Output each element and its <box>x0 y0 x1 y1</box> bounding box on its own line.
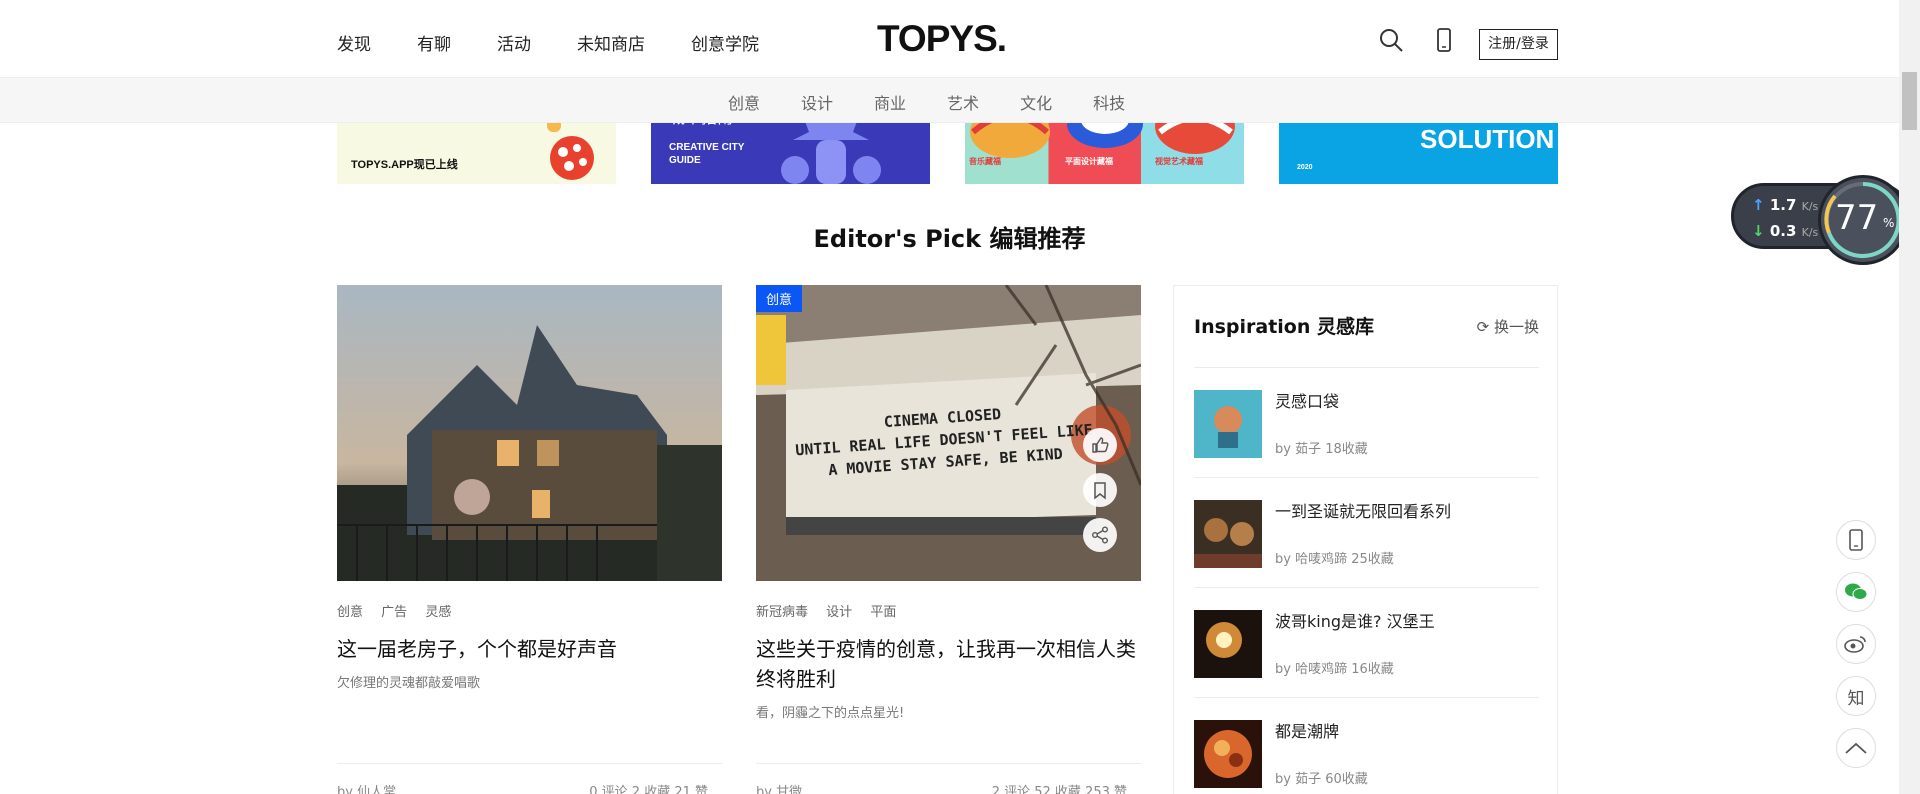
download-speed: ↓ 0.3 K/s <box>1752 222 1819 240</box>
banner-solution-year: 2020 <box>1297 164 1313 171</box>
memory-dial[interactable]: 77 % <box>1818 175 1908 265</box>
inspiration-thumbnail[interactable] <box>1194 500 1262 568</box>
refresh-icon: ⟳ <box>1476 318 1490 336</box>
category-badge[interactable]: 创意 <box>756 285 803 312</box>
divider <box>337 763 722 764</box>
banner-award-graphic: 平面设计藏福 <box>1065 157 1113 166</box>
main-nav: 发现 有聊 活动 未知商店 创意学院 <box>337 30 805 55</box>
article-image[interactable]: CINEMA CLOSED UNTIL REAL LIFE DOESN'T FE… <box>756 285 1141 581</box>
panel-title: Inspiration 灵感库 <box>1194 316 1374 338</box>
refresh-label: 换一换 <box>1493 318 1539 336</box>
article-description: 欠修理的灵魂都敲爱唱歌 <box>337 676 481 691</box>
tag[interactable]: 平面 <box>870 605 896 620</box>
memory-percent-sign: % <box>1883 216 1895 230</box>
zhihu-icon[interactable]: 知 <box>1836 676 1876 716</box>
inspiration-title[interactable]: 一到圣诞就无限回看系列 <box>1275 500 1465 524</box>
banner-app-text: TOPYS.APP现已上线 <box>351 159 458 171</box>
article-tags: 新冠病毒 设计 平面 <box>756 601 1141 620</box>
article-image[interactable] <box>337 285 722 581</box>
memory-percent: 77 <box>1835 198 1879 238</box>
category-business[interactable]: 商业 <box>874 90 906 114</box>
mobile-icon[interactable] <box>1430 26 1458 54</box>
scrollbar-thumb[interactable] <box>1902 72 1917 130</box>
tag[interactable]: 设计 <box>826 605 852 620</box>
inspiration-byline: by 哈唛鸡蹄 16收藏 <box>1275 662 1394 677</box>
article-author[interactable]: by 仙人掌 <box>337 785 396 794</box>
inspiration-item[interactable]: 灵感口袋 by 茹子 18收藏 <box>1194 367 1539 477</box>
tag[interactable]: 灵感 <box>425 605 451 620</box>
category-bar: 创意 设计 商业 艺术 文化 科技 <box>0 78 1899 123</box>
download-arrow-icon: ↓ <box>1752 222 1765 240</box>
article-stats: 0 评论 2 收藏 21 赞 <box>589 785 708 794</box>
section-title: Editor's Pick 编辑推荐 <box>813 225 1086 253</box>
category-creative[interactable]: 创意 <box>728 90 760 114</box>
inspiration-thumbnail[interactable] <box>1194 390 1262 458</box>
site-logo[interactable]: TOPYS. <box>877 18 1007 60</box>
upload-speed: ↑ 1.7 K/s <box>1752 196 1819 214</box>
inspiration-title[interactable]: 都是潮牌 <box>1275 720 1465 744</box>
tag[interactable]: 广告 <box>381 605 407 620</box>
article-title[interactable]: 这一届老房子，个个都是好声音 <box>337 634 722 664</box>
bookmark-icon[interactable] <box>1083 473 1117 507</box>
inspiration-thumbnail[interactable] <box>1194 610 1262 678</box>
article-card[interactable]: 创意 广告 灵感 这一届老房子，个个都是好声音 欠修理的灵魂都敲爱唱歌 by 仙… <box>337 285 722 794</box>
top-header: 发现 有聊 活动 未知商店 创意学院 TOPYS. 注册/登录 <box>0 0 1899 78</box>
refresh-button[interactable]: ⟳ 换一换 <box>1477 316 1539 337</box>
inspiration-item[interactable]: 波哥king是谁? 汉堡王 by 哈唛鸡蹄 16收藏 <box>1194 587 1539 697</box>
tag[interactable]: 创意 <box>337 605 363 620</box>
category-tech[interactable]: 科技 <box>1093 90 1125 114</box>
inspiration-byline: by 茹子 18收藏 <box>1275 442 1368 457</box>
inspiration-byline: by 哈唛鸡蹄 25收藏 <box>1275 552 1394 567</box>
inspiration-byline: by 茹子 60收藏 <box>1275 772 1368 787</box>
inspiration-title[interactable]: 波哥king是谁? 汉堡王 <box>1275 610 1465 634</box>
search-icon[interactable] <box>1377 26 1405 54</box>
category-design[interactable]: 设计 <box>801 90 833 114</box>
banner-award-music: 音乐藏福 <box>969 157 1001 166</box>
banner-city-guide-text1: CREATIVE CITY <box>669 142 745 153</box>
article-title[interactable]: 这些关于疫情的创意，让我再一次相信人类终将胜利 <box>756 634 1141 694</box>
category-culture[interactable]: 文化 <box>1020 90 1052 114</box>
article-description: 看，阴霾之下的点点星光! <box>756 706 905 721</box>
like-icon[interactable] <box>1083 428 1117 462</box>
banner-city-guide-text2: GUIDE <box>669 155 701 166</box>
nav-item-events[interactable]: 活动 <box>497 30 531 55</box>
inspiration-item[interactable]: 一到圣诞就无限回看系列 by 哈唛鸡蹄 25收藏 <box>1194 477 1539 587</box>
inspiration-title[interactable]: 灵感口袋 <box>1275 390 1465 414</box>
login-button[interactable]: 注册/登录 <box>1479 29 1558 60</box>
category-art[interactable]: 艺术 <box>947 90 979 114</box>
nav-item-discover[interactable]: 发现 <box>337 30 371 55</box>
inspiration-panel: Inspiration 灵感库 ⟳ 换一换 灵感口袋 by 茹子 18收藏 一到… <box>1173 285 1558 794</box>
banner-solution-text: SOLUTION <box>1420 124 1555 154</box>
mobile-icon[interactable] <box>1836 520 1876 560</box>
share-icon[interactable] <box>1083 518 1117 552</box>
page: 发现 有聊 活动 未知商店 创意学院 TOPYS. 注册/登录 创意 设计 商业… <box>0 0 1920 794</box>
article-tags: 创意 广告 灵感 <box>337 601 722 620</box>
upload-arrow-icon: ↑ <box>1752 196 1765 214</box>
banner-award-visual: 视觉艺术藏福 <box>1155 157 1203 166</box>
nav-item-chat[interactable]: 有聊 <box>417 30 451 55</box>
nav-item-store[interactable]: 未知商店 <box>577 30 645 55</box>
scrollbar[interactable] <box>1899 0 1920 794</box>
inspiration-thumbnail[interactable] <box>1194 720 1262 788</box>
article-author[interactable]: by 甘微 <box>756 785 802 794</box>
wechat-icon[interactable] <box>1836 572 1876 612</box>
article-card[interactable]: CINEMA CLOSED UNTIL REAL LIFE DOESN'T FE… <box>756 285 1141 794</box>
weibo-icon[interactable] <box>1836 624 1876 664</box>
article-stats: 2 评论 52 收藏 253 赞 <box>991 785 1127 794</box>
article-meta: by 仙人掌 0 评论 2 收藏 21 赞 <box>337 781 722 794</box>
inspiration-item[interactable]: 都是潮牌 by 茹子 60收藏 <box>1194 697 1539 794</box>
nav-item-academy[interactable]: 创意学院 <box>691 30 759 55</box>
divider <box>756 763 1141 764</box>
tag[interactable]: 新冠病毒 <box>756 605 808 620</box>
article-meta: by 甘微 2 评论 52 收藏 253 赞 <box>756 781 1141 794</box>
category-nav: 创意 设计 商业 艺术 文化 科技 <box>728 90 1166 114</box>
back-to-top-icon[interactable] <box>1836 728 1876 768</box>
